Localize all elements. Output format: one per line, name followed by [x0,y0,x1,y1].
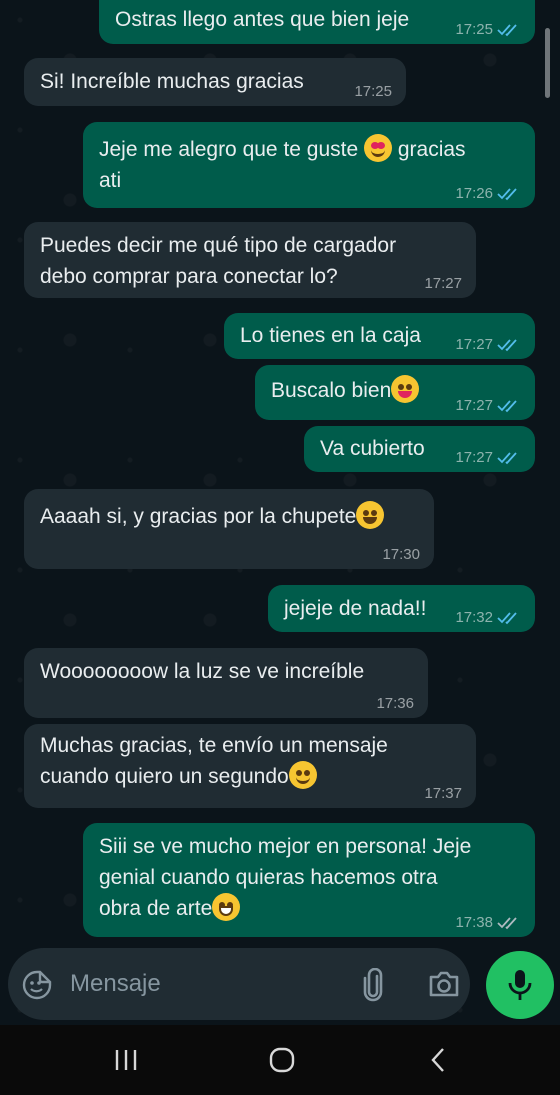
message-text-part: Buscalo bien [271,379,392,402]
chat-area[interactable]: Ostras llego antes que bien jeje 17:25 S… [0,0,560,1020]
message-text-line: genial cuando quieras hacemos otra [99,866,438,889]
message-text-part: Jeje me alegro que te guste [99,138,365,161]
message-meta: 17:36 [376,696,414,711]
microphone-icon [508,970,532,1000]
message-time: 17:32 [455,609,493,626]
message-time: 17:27 [455,336,493,353]
message-meta: 17:38 [455,915,521,930]
grinning-emoji-icon [212,893,241,921]
message-text: Woooooooow la luz se ve increíble [40,660,365,683]
message-time: 17:25 [455,21,493,38]
message-bubble-incoming[interactable]: Aaaah si, y gracias por la chupete 17:30 [24,489,434,569]
message-meta: 17:27 [455,398,521,413]
message-text-line: debo comprar para conectar lo? [40,265,338,288]
message-meta: 17:27 [424,276,462,291]
read-ticks-icon [497,451,517,464]
smiling-blush-emoji-icon [288,761,317,789]
message-text-part: gracias [392,138,466,161]
message-time: 17:38 [455,914,493,931]
message-bubble-incoming[interactable]: Woooooooow la luz se ve increíble 17:36 [24,648,428,718]
camera-icon[interactable] [428,970,460,998]
tears-of-joy-emoji-icon [356,501,385,529]
message-bubble-outgoing[interactable]: Ostras llego antes que bien jeje 17:25 [99,0,535,44]
read-ticks-icon [497,399,517,412]
delivered-ticks-icon [497,916,517,929]
system-navigation-bar [0,1025,560,1095]
message-text: Jeje me alegro que te guste gracias [99,134,535,165]
message-meta: 17:30 [382,547,420,562]
message-text-part: Aaaah si, y gracias por la chupete [40,505,357,528]
message-text-part: cuando quiero un segundo [40,765,289,788]
scrollbar[interactable] [545,28,550,98]
message-text-line: cuando quiero un segundo [40,761,476,792]
message-bubble-incoming[interactable]: Si! Increíble muchas gracias 17:25 [24,58,406,106]
read-ticks-icon [497,611,517,624]
message-text-part: obra de arte [99,897,213,920]
message-meta: 17:25 [455,22,521,37]
message-bubble-incoming[interactable]: Muchas gracias, te envío un mensaje cuan… [24,724,476,808]
message-meta: 17:27 [455,450,521,465]
message-time: 17:26 [455,185,493,202]
message-meta: 17:32 [455,610,521,625]
message-bubble-outgoing[interactable]: Lo tienes en la caja 17:27 [224,313,535,359]
message-meta: 17:25 [354,84,392,99]
message-meta: 17:27 [455,337,521,352]
message-time: 17:27 [455,449,493,466]
microphone-button[interactable] [486,951,554,1019]
paperclip-icon[interactable] [360,968,386,1002]
message-time: 17:30 [382,546,420,563]
message-text: Si! Increíble muchas gracias [40,70,304,93]
message-bubble-outgoing[interactable]: Jeje me alegro que te guste gracias ati … [83,122,535,208]
read-ticks-icon [497,338,517,351]
home-icon[interactable] [268,1047,296,1073]
recents-icon[interactable] [113,1047,139,1073]
read-ticks-icon [497,23,517,36]
sticker-smile-icon[interactable] [22,970,52,1000]
message-bubble-incoming[interactable]: Puedes decir me qué tipo de cargador deb… [24,222,476,298]
message-text-line: Siii se ve mucho mejor en persona! Jeje [99,835,472,858]
message-time: 17:36 [376,695,414,712]
message-bubble-outgoing[interactable]: Va cubierto 17:27 [304,426,535,472]
message-time: 17:37 [424,785,462,802]
winking-tongue-emoji-icon [391,375,420,403]
message-bubble-outgoing[interactable]: Siii se ve mucho mejor en persona! Jeje … [83,823,535,937]
message-text-line: Muchas gracias, te envío un mensaje [40,734,388,757]
message-composer[interactable]: Mensaje [8,948,470,1020]
heart-eyes-emoji-icon [364,134,393,162]
message-time: 17:27 [455,397,493,414]
back-icon[interactable] [428,1047,448,1073]
message-bubble-outgoing[interactable]: Buscalo bien 17:27 [255,365,535,420]
message-text-line: Puedes decir me qué tipo de cargador [40,234,397,257]
message-input[interactable]: Mensaje [70,970,161,998]
read-ticks-icon [497,187,517,200]
message-text: Aaaah si, y gracias por la chupete [40,501,434,532]
message-bubble-outgoing[interactable]: jejeje de nada!! 17:32 [268,585,535,632]
message-meta: 17:37 [424,786,462,801]
message-time: 17:27 [424,275,462,292]
message-time: 17:25 [354,83,392,100]
message-meta: 17:26 [455,186,521,201]
